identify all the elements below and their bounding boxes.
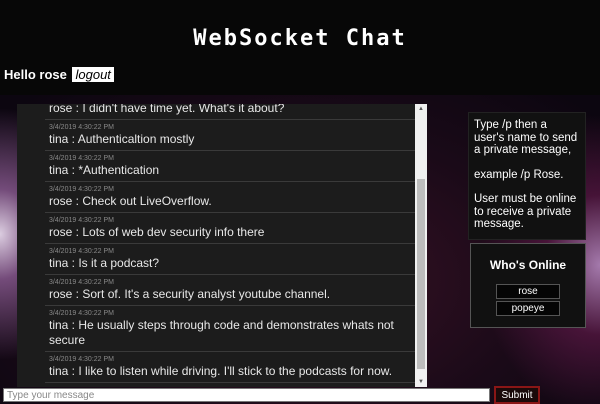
message-item: 3/4/2019 4:30:22 PM tina : I like to lis…: [45, 352, 415, 383]
message-text: tina : *Authentication: [49, 163, 160, 177]
message-input[interactable]: [3, 388, 490, 402]
help-line: Type /p then a user's name to send a pri…: [474, 119, 578, 156]
message-text: rose : Sort of. It's a security analyst …: [49, 287, 331, 301]
message-timestamp: 3/4/2019 4:30:22 PM: [49, 217, 114, 224]
message-timestamp: 3/4/2019 4:30:22 PM: [49, 155, 114, 162]
message-item: 3/4/2019 4:30:22 PM rose : Lots of web d…: [45, 213, 415, 244]
online-user[interactable]: popeye: [496, 301, 560, 316]
message-text: rose : Lots of web dev security info the…: [49, 225, 265, 239]
private-message-help: Type /p then a user's name to send a pri…: [468, 112, 586, 240]
message-item: 3/4/2019 4:30:22 PM rose : Sort of. It's…: [45, 275, 415, 306]
message-text: rose : Check out LiveOverflow.: [49, 194, 212, 208]
message-item: 3/4/2019 4:30:22 PM tina : Is it a podca…: [45, 244, 415, 275]
message-item: 3/4/2019 4:30:22 PM tina : *Authenticati…: [45, 151, 415, 182]
message-text: tina : I like to listen while driving. I…: [49, 364, 393, 378]
message-text: tina : Is it a podcast?: [49, 256, 160, 270]
message-timestamp: 3/4/2019 4:30:22 PM: [49, 279, 114, 286]
scroll-thumb[interactable]: [417, 179, 425, 369]
message-item: 3/4/2019 4:30:22 PM rose : Check out Liv…: [45, 182, 415, 213]
message-text: rose : I didn't have time yet. What's it…: [49, 104, 285, 115]
message-text: tina : Authenticaltion mostly: [49, 132, 195, 146]
help-line: User must be online to receive a private…: [474, 193, 577, 230]
message-timestamp: 3/4/2019 4:30:22 PM: [49, 248, 114, 255]
message-item: 3/4/2019 4:30:22 PM tina : He usually st…: [45, 306, 415, 352]
message-item: 3/4/2019 4:30:22 PM tina : Authenticalti…: [45, 120, 415, 151]
app-title: WebSocket Chat: [193, 26, 407, 51]
whos-online-panel: Who's Online rose popeye: [470, 243, 586, 328]
scroll-up-arrow-icon[interactable]: ▲: [417, 105, 425, 113]
logout-link[interactable]: logout: [72, 67, 114, 82]
message-timestamp: 3/4/2019 4:30:22 PM: [49, 124, 114, 131]
submit-button[interactable]: Submit: [494, 386, 540, 404]
message-timestamp: 3/4/2019 4:30:22 PM: [49, 356, 114, 363]
greeting: Hello rose logout: [4, 67, 114, 82]
message-list: rose : I didn't have time yet. What's it…: [45, 104, 415, 383]
scroll-down-arrow-icon[interactable]: ▼: [417, 378, 425, 386]
message-scrollbar[interactable]: ▲ ▼: [415, 104, 427, 387]
header: WebSocket Chat Hello rose logout: [0, 0, 600, 95]
message-panel[interactable]: rose : I didn't have time yet. What's it…: [17, 104, 427, 387]
message-timestamp: 3/4/2019 4:30:22 PM: [49, 310, 114, 317]
message-text: tina : He usually steps through code and…: [49, 318, 394, 347]
message-timestamp: 3/4/2019 4:30:22 PM: [49, 186, 114, 193]
online-user[interactable]: rose: [496, 284, 560, 299]
help-line: example /p Rose.: [474, 168, 564, 181]
greeting-text: Hello rose: [4, 67, 67, 82]
message-item: rose : I didn't have time yet. What's it…: [45, 104, 415, 120]
whos-online-title: Who's Online: [489, 258, 567, 272]
